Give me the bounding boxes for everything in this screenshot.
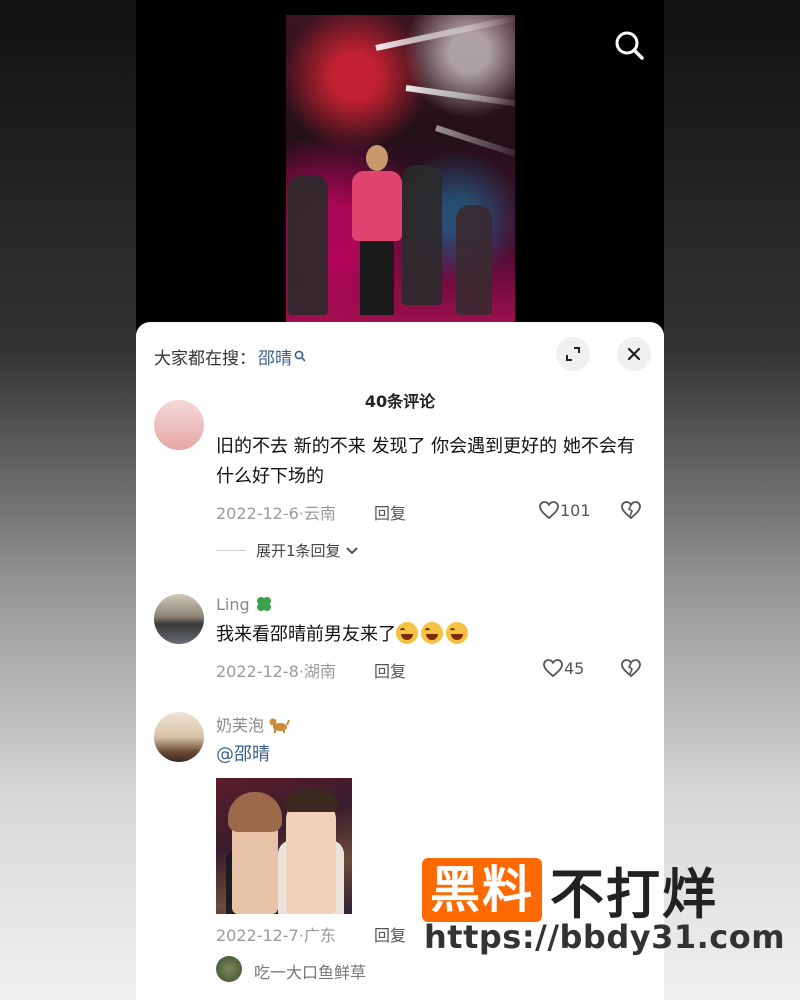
comment-text: @邵晴 — [216, 740, 646, 770]
comment-meta: 2022-12-7·广东 — [216, 926, 336, 945]
like-count: 101 — [560, 500, 591, 520]
video-player[interactable] — [286, 15, 515, 325]
small-search-icon — [294, 350, 306, 361]
band-member — [402, 165, 442, 305]
like-button[interactable]: 45 — [542, 658, 584, 678]
comment-attached-photo[interactable] — [216, 778, 352, 914]
stage-light-beam — [435, 125, 515, 162]
hot-search-bar[interactable]: 大家都在搜： 邵晴 — [154, 344, 306, 369]
clover-icon — [256, 597, 271, 611]
chevron-down-icon — [345, 546, 358, 554]
watermark-url: https://bbdy31.com — [424, 918, 786, 956]
avatar[interactable] — [216, 956, 242, 982]
dog-icon — [269, 718, 290, 733]
laughing-emoji-icon — [421, 622, 443, 644]
reply-button[interactable]: 回复 — [374, 922, 406, 946]
band-member — [288, 175, 328, 315]
heart-icon — [539, 501, 559, 520]
avatar[interactable] — [154, 594, 204, 644]
reply-preview: 吃一大口鱼鲜草 — [136, 956, 664, 986]
expand-panel-button[interactable] — [556, 337, 590, 371]
close-icon — [627, 347, 641, 361]
like-button[interactable]: 101 — [538, 500, 591, 520]
comment-count: 40条评论 — [364, 392, 436, 411]
comment-item: 旧的不去 新的不来 发现了 你会遇到更好的 她不会有什么好下场的 2022-12… — [136, 400, 664, 572]
expand-replies-label: 展开1条回复 — [256, 542, 341, 560]
avatar[interactable] — [154, 712, 204, 762]
username-text: 奶芙泡 — [216, 716, 265, 735]
expand-icon — [566, 347, 580, 361]
laughing-emoji-icon — [446, 622, 468, 644]
hot-search-term[interactable]: 邵晴 — [258, 344, 292, 369]
comment-meta: 2022-12-6·云南 — [216, 504, 336, 523]
stage-light-beam — [375, 15, 515, 51]
broken-heart-icon[interactable] — [620, 500, 642, 520]
watermark-brand-box: 黑料 — [422, 857, 542, 922]
comment-username[interactable]: 奶芙泡 — [216, 712, 290, 736]
search-icon — [615, 31, 644, 60]
reply-username[interactable]: 吃一大口鱼鲜草 — [254, 959, 366, 983]
comment-item: Ling 我来看邵晴前男友来了 2022-12-8·湖南 回复 45 — [136, 592, 664, 702]
broken-heart-icon[interactable] — [620, 658, 642, 678]
expand-replies-button[interactable]: 展开1条回复 — [216, 540, 359, 561]
laughing-emoji-icon — [396, 622, 418, 644]
heart-icon — [543, 659, 563, 678]
hot-search-prefix: 大家都在搜： — [154, 349, 256, 369]
reply-button[interactable]: 回复 — [374, 500, 406, 524]
band-member — [456, 205, 492, 315]
like-count: 45 — [564, 658, 585, 678]
comment-text: 我来看邵晴前男友来了 — [216, 624, 396, 645]
background-left — [0, 0, 136, 1000]
comment-text-line: 我来看邵晴前男友来了 — [216, 620, 646, 650]
singer — [348, 145, 404, 315]
comment-meta: 2022-12-8·湖南 — [216, 662, 336, 681]
mention-link[interactable]: @邵晴 — [216, 744, 270, 765]
username-text: Ling — [216, 594, 250, 614]
reply-button[interactable]: 回复 — [374, 658, 406, 682]
close-panel-button[interactable] — [617, 337, 651, 371]
comment-username[interactable]: Ling — [216, 594, 274, 614]
avatar[interactable] — [154, 400, 204, 450]
stage-light-beam — [405, 85, 515, 110]
search-button[interactable] — [610, 26, 650, 66]
comment-text: 旧的不去 新的不来 发现了 你会遇到更好的 她不会有什么好下场的 — [216, 436, 635, 487]
